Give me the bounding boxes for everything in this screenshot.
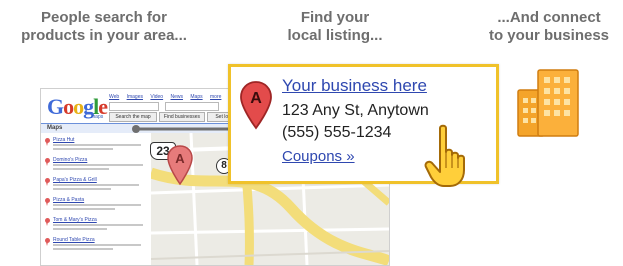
where-input[interactable] [165, 102, 219, 111]
list-item[interactable]: Papa's Pizza & Grill [45, 177, 149, 195]
map-pin-icon [45, 198, 50, 206]
listing-address: 123 Any St, Anytown [282, 102, 429, 119]
map-pin-icon [45, 218, 50, 226]
maps-sub-label: maps [91, 114, 104, 120]
top-link-news[interactable]: News [170, 94, 183, 100]
top-link-maps[interactable]: Maps [190, 94, 202, 100]
step2-caption: Find your local listing... [287, 9, 383, 44]
step3-caption: ...And connect to your business [488, 9, 610, 44]
step1-caption: People search for products in your area.… [21, 9, 187, 44]
svg-text:A: A [175, 151, 185, 166]
map-pin-icon [45, 178, 50, 186]
result-name[interactable]: Domino's Pizza [53, 157, 87, 163]
top-link-images[interactable]: Images [127, 94, 143, 100]
map-pin-icon [45, 138, 50, 146]
hand-pointer-icon [424, 124, 465, 187]
top-link-web[interactable]: Web [109, 94, 119, 100]
results-list: Pizza Hut Domino's Pizza Papa's Pizza & … [45, 137, 149, 257]
top-link-more[interactable]: more [210, 94, 221, 100]
result-name[interactable]: Pizza Hut [53, 137, 74, 143]
listing-phone: (555) 555-1234 [282, 124, 392, 141]
top-links: Web Images Video News Maps more [109, 94, 227, 100]
result-name[interactable]: Tom & Mary's Pizza [53, 217, 97, 223]
list-item[interactable]: Round Table Pizza [45, 237, 149, 255]
coupons-link[interactable]: Coupons » [282, 148, 355, 165]
building-icon [517, 69, 579, 137]
pin-letter: A [250, 90, 262, 107]
list-item[interactable]: Pizza & Pasta [45, 197, 149, 215]
result-name[interactable]: Round Table Pizza [53, 237, 95, 243]
map-pin-icon [45, 238, 50, 246]
result-name[interactable]: Pizza & Pasta [53, 197, 84, 203]
list-item[interactable]: Domino's Pizza [45, 157, 149, 175]
list-item[interactable]: Tom & Mary's Pizza [45, 217, 149, 235]
map-pin-icon [45, 158, 50, 166]
map-pin-icon[interactable]: A [166, 144, 194, 186]
route-line [132, 125, 234, 133]
what-input[interactable] [109, 102, 159, 111]
map-pin-icon: A [240, 81, 272, 130]
result-name[interactable]: Papa's Pizza & Grill [53, 177, 97, 183]
top-link-video[interactable]: Video [150, 94, 163, 100]
listing-title-link[interactable]: Your business here [282, 76, 427, 96]
